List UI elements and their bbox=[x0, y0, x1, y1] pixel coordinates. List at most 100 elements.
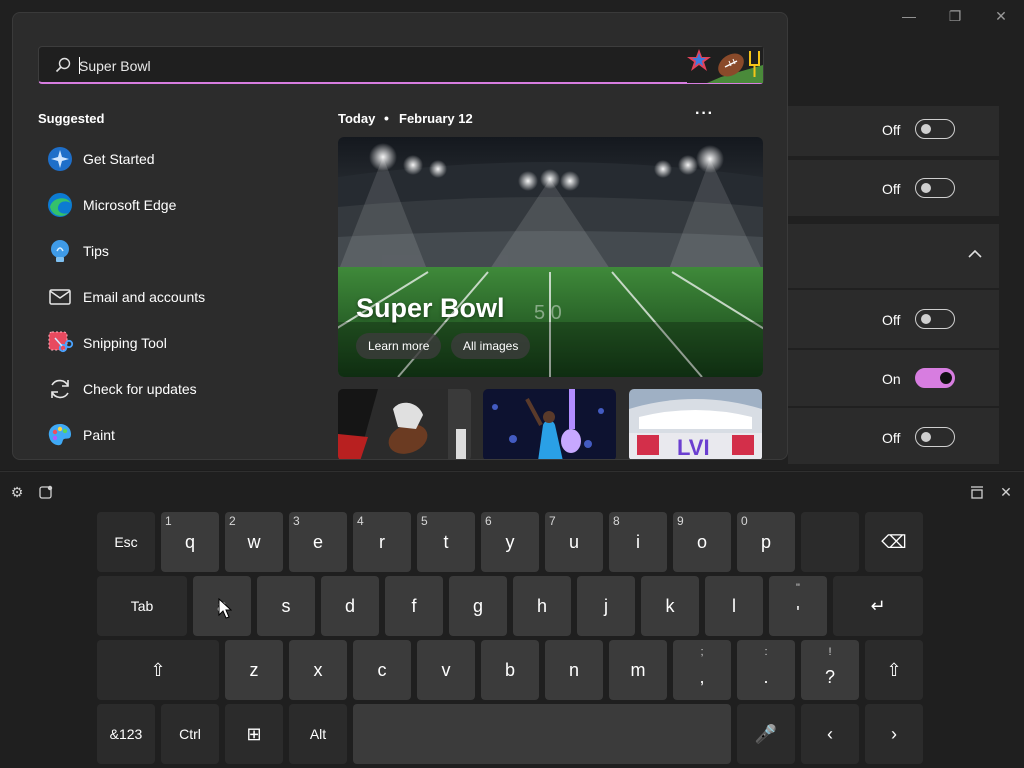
close-button[interactable]: ✕ bbox=[978, 4, 1024, 28]
suggested-item-check-for-updates[interactable]: Check for updates bbox=[46, 369, 308, 409]
hero-title: Super Bowl bbox=[356, 293, 505, 323]
space-key[interactable] bbox=[353, 704, 731, 764]
suggested-item-microsoft-edge[interactable]: Microsoft Edge bbox=[46, 185, 308, 225]
key-label: Tab bbox=[130, 598, 154, 614]
learn-more-button[interactable]: Learn more bbox=[356, 333, 442, 359]
key-label: r bbox=[379, 532, 385, 552]
enter-key[interactable]: ↵ bbox=[833, 576, 923, 636]
toggle-switch[interactable] bbox=[915, 119, 955, 139]
key-o[interactable]: 9o bbox=[673, 512, 731, 572]
key-q[interactable]: 1q bbox=[161, 512, 219, 572]
key-y[interactable]: 6y bbox=[481, 512, 539, 572]
key-label: b bbox=[504, 660, 515, 680]
arrow-right-key[interactable]: › bbox=[865, 704, 923, 764]
chevron-up-icon[interactable] bbox=[968, 249, 982, 259]
super-bowl-hero-card[interactable]: 5 0 Super Bowl Learn more All images bbox=[338, 137, 763, 377]
key-ctrl[interactable]: Ctrl bbox=[161, 704, 219, 764]
toggle-state-label: Off bbox=[882, 181, 901, 197]
thumbnail-image[interactable] bbox=[483, 389, 616, 459]
key-label: f bbox=[411, 596, 417, 616]
arrow-left-key[interactable]: ‹ bbox=[801, 704, 859, 764]
toggle-switch[interactable] bbox=[915, 427, 955, 447]
all-images-button[interactable]: All images bbox=[451, 333, 531, 359]
key-label: ⌫ bbox=[881, 532, 907, 552]
suggested-item-tips[interactable]: Tips bbox=[46, 231, 308, 271]
key-number-hint: 2 bbox=[229, 514, 236, 528]
key-s[interactable]: s bbox=[257, 576, 315, 636]
key-blank[interactable] bbox=[801, 512, 859, 572]
key-label: ‹ bbox=[827, 724, 833, 744]
key-punct[interactable]: " ' bbox=[769, 576, 827, 636]
key-alt[interactable]: Alt bbox=[289, 704, 347, 764]
key-g[interactable]: g bbox=[449, 576, 507, 636]
key-label: s bbox=[281, 596, 291, 616]
suggested-item-paint[interactable]: Paint bbox=[46, 415, 308, 455]
key-u[interactable]: 7u bbox=[545, 512, 603, 572]
thumbnail-image[interactable] bbox=[338, 389, 471, 459]
key-e[interactable]: 3e bbox=[289, 512, 347, 572]
key-j[interactable]: j bbox=[577, 576, 635, 636]
more-options-button[interactable]: ··· bbox=[695, 105, 714, 123]
key-k[interactable]: k bbox=[641, 576, 699, 636]
key-i[interactable]: 8i bbox=[609, 512, 667, 572]
keyboard-settings-gear-icon[interactable]: ⚙ bbox=[7, 482, 27, 502]
maximize-button[interactable]: ❐ bbox=[932, 4, 978, 28]
key-tab[interactable]: Tab bbox=[97, 576, 187, 636]
suggested-item-get-started[interactable]: Get Started bbox=[46, 139, 308, 179]
key-label: Ctrl bbox=[179, 726, 201, 742]
key-n[interactable]: n bbox=[545, 640, 603, 700]
suggested-item-label: Paint bbox=[83, 427, 115, 443]
toggle-switch[interactable] bbox=[915, 309, 955, 329]
key-c[interactable]: c bbox=[353, 640, 411, 700]
key-label: m bbox=[630, 660, 646, 680]
key-label: ? bbox=[824, 667, 835, 687]
key-label: z bbox=[249, 660, 259, 680]
key-label: v bbox=[441, 660, 451, 680]
key-punct[interactable]: :. bbox=[737, 640, 795, 700]
key-number-hint: 4 bbox=[357, 514, 364, 528]
key-esc[interactable]: Esc bbox=[97, 512, 155, 572]
key-x[interactable]: x bbox=[289, 640, 347, 700]
key-punct[interactable]: !? bbox=[801, 640, 859, 700]
thumbnail-image[interactable]: LVI bbox=[629, 389, 762, 459]
key-w[interactable]: 2w bbox=[225, 512, 283, 572]
key-h[interactable]: h bbox=[513, 576, 571, 636]
key-t[interactable]: 5t bbox=[417, 512, 475, 572]
backspace-key[interactable]: ⌫ bbox=[865, 512, 923, 572]
key-&123[interactable]: &123 bbox=[97, 704, 155, 764]
minimize-button[interactable]: — bbox=[886, 4, 932, 28]
microphone-key[interactable]: 🎤 bbox=[737, 704, 795, 764]
toggle-state-label: Off bbox=[882, 122, 901, 138]
dock-keyboard-icon[interactable] bbox=[970, 485, 984, 499]
key-p[interactable]: 0p bbox=[737, 512, 795, 572]
emoji-panel-icon[interactable] bbox=[39, 485, 53, 499]
windows-key[interactable]: ⊞ bbox=[225, 704, 283, 764]
suggested-item-email-and-accounts[interactable]: Email and accounts bbox=[46, 277, 308, 317]
close-keyboard-icon[interactable]: ✕ bbox=[996, 482, 1016, 502]
key-label: o bbox=[696, 532, 707, 552]
key-symbol-hint: : bbox=[764, 646, 768, 658]
toggle-switch[interactable] bbox=[915, 178, 955, 198]
key-r[interactable]: 4r bbox=[353, 512, 411, 572]
key-d[interactable]: d bbox=[321, 576, 379, 636]
shift-left-key[interactable]: ⇧ bbox=[97, 640, 219, 700]
key-label: ⇧ bbox=[150, 660, 166, 680]
suggested-heading: Suggested bbox=[38, 111, 105, 126]
key-v[interactable]: v bbox=[417, 640, 475, 700]
refresh-icon bbox=[51, 379, 69, 399]
key-z[interactable]: z bbox=[225, 640, 283, 700]
super-bowl-highlight-icon bbox=[687, 47, 763, 83]
key-l[interactable]: l bbox=[705, 576, 763, 636]
shift-right-key[interactable]: ⇧ bbox=[865, 640, 923, 700]
suggested-item-label: Tips bbox=[83, 243, 109, 259]
key-f[interactable]: f bbox=[385, 576, 443, 636]
search-input[interactable]: Super Bowl bbox=[38, 46, 764, 84]
toggle-state-label: Off bbox=[882, 430, 901, 446]
key-m[interactable]: m bbox=[609, 640, 667, 700]
key-b[interactable]: b bbox=[481, 640, 539, 700]
key-number-hint: 9 bbox=[677, 514, 684, 528]
toggle-switch[interactable] bbox=[915, 368, 955, 388]
key-punct[interactable]: ;, bbox=[673, 640, 731, 700]
key-label: t bbox=[443, 532, 449, 552]
suggested-item-snipping-tool[interactable]: Snipping Tool bbox=[46, 323, 308, 363]
